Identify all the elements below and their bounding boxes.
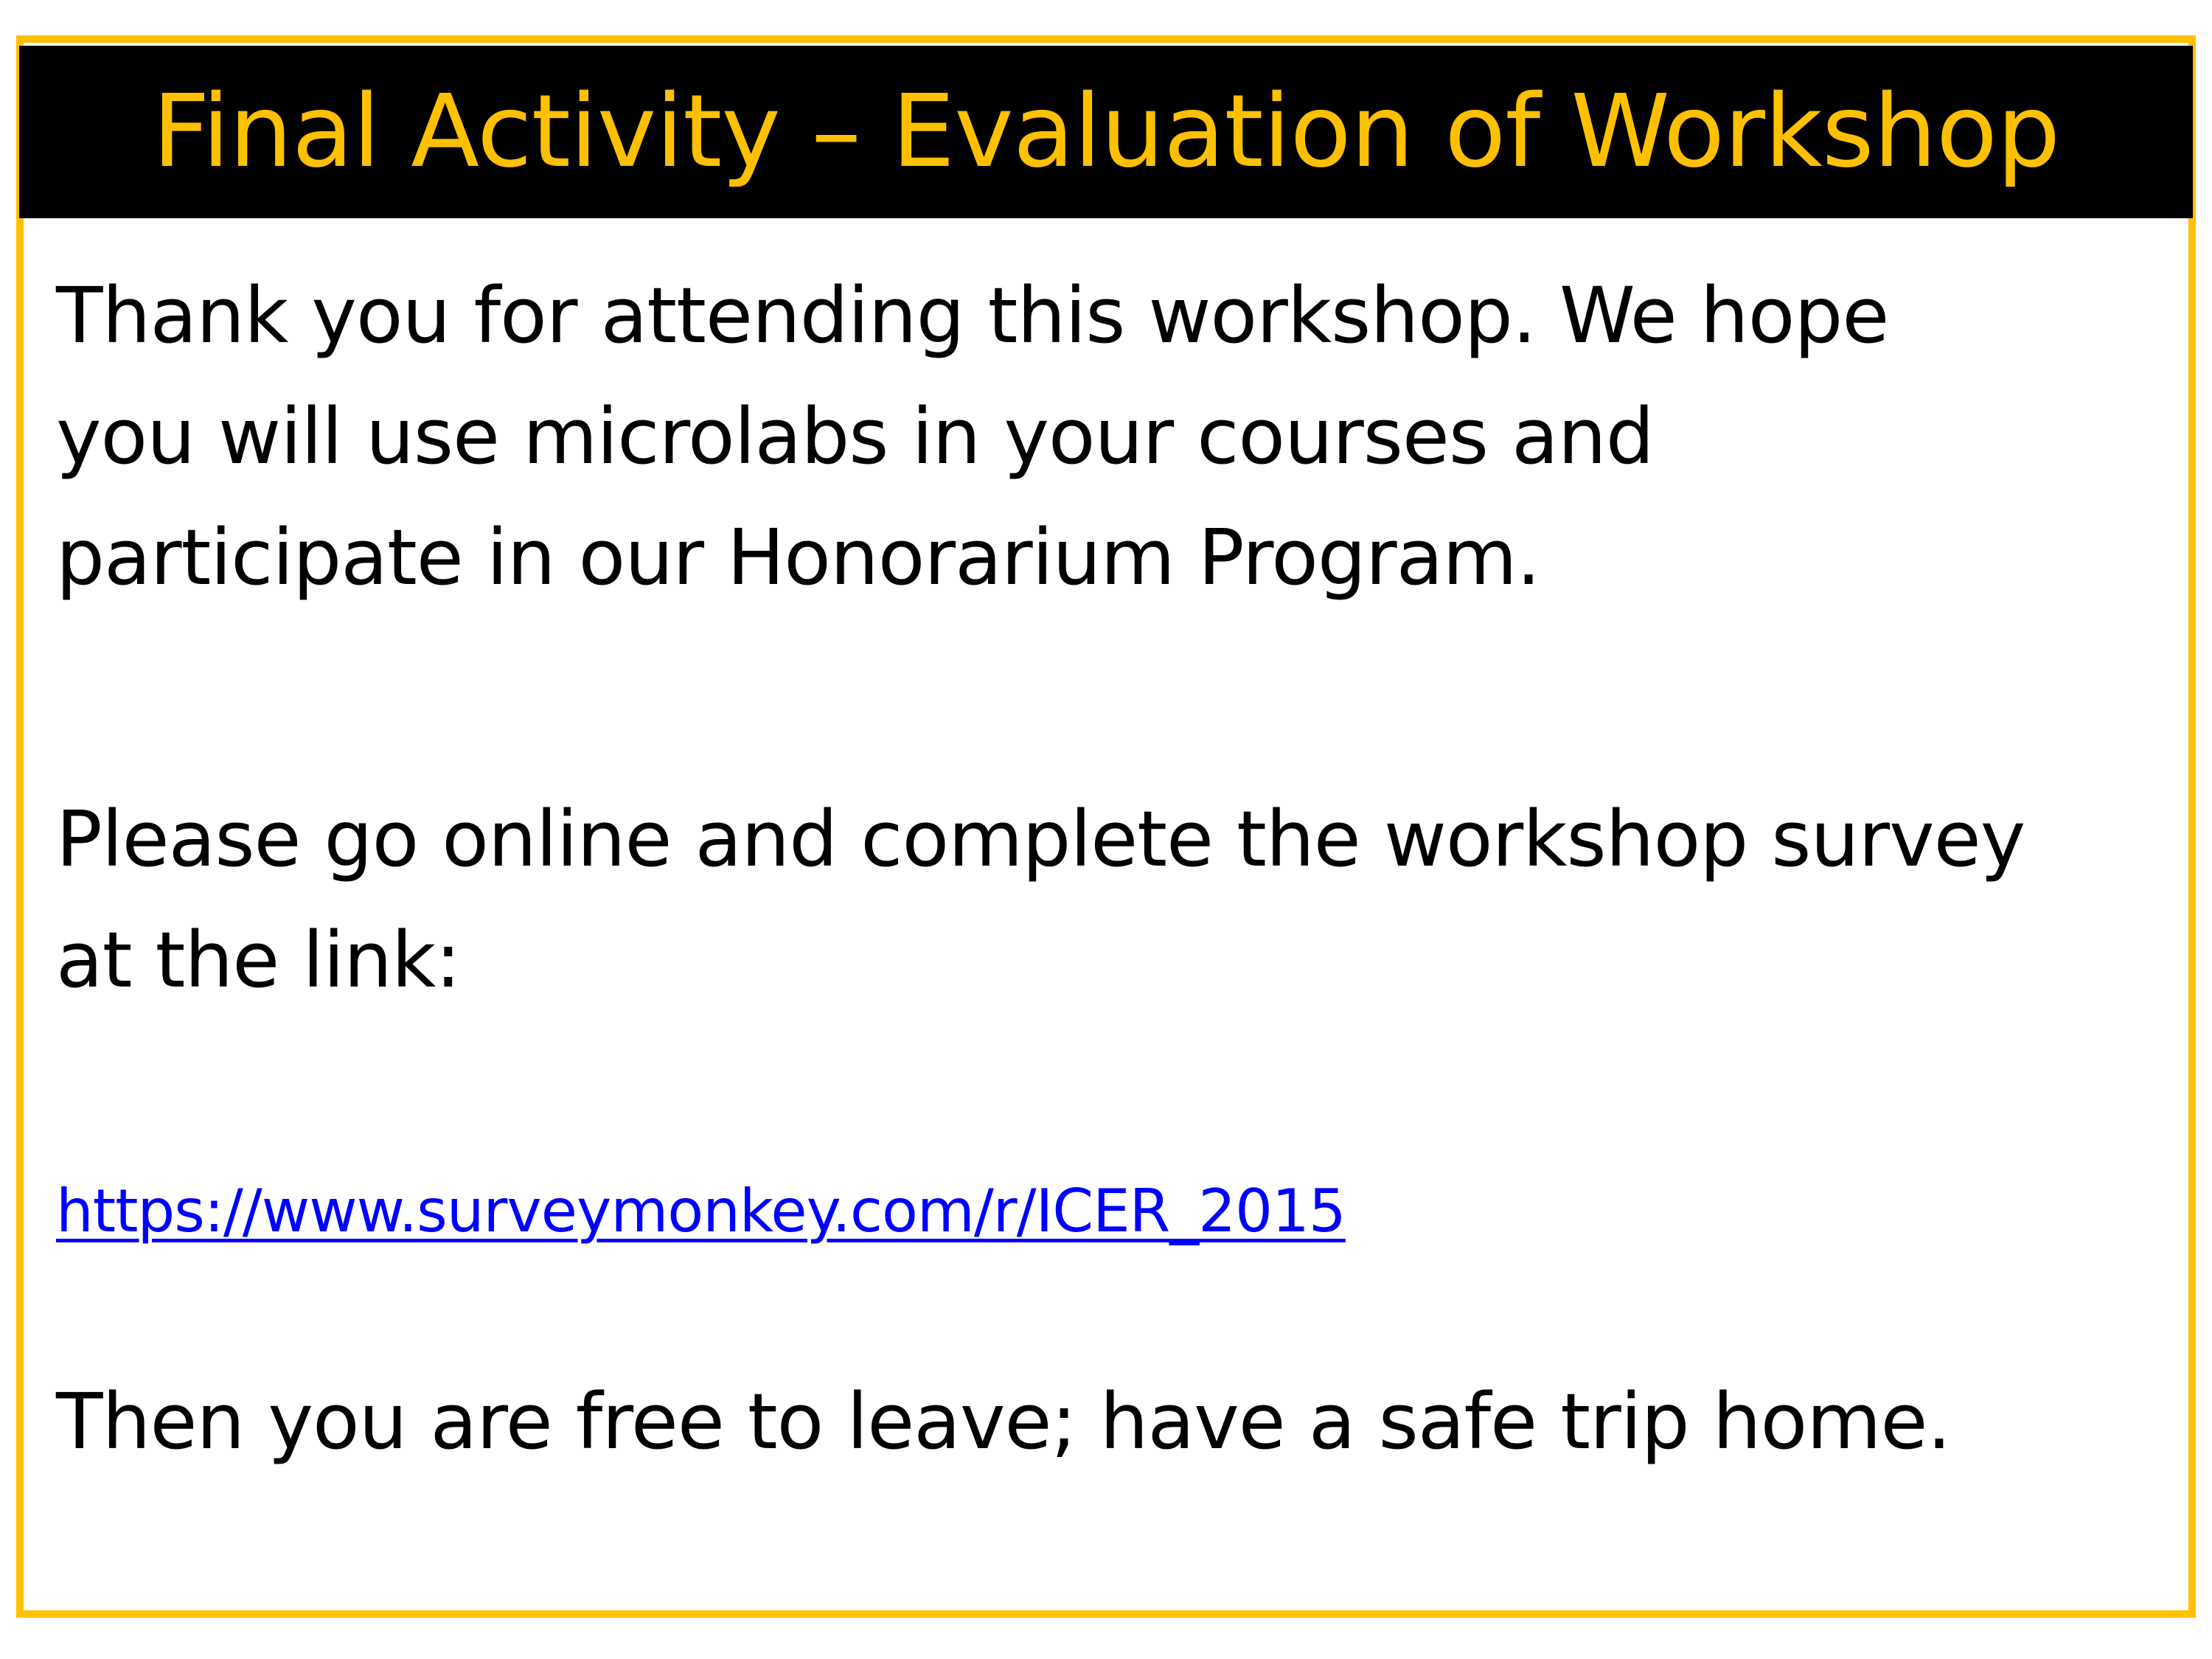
thank-you-line-2: you will use microlabs in your courses a…: [56, 392, 1655, 481]
slide: Final Activity – Evaluation of Workshop …: [0, 0, 2212, 1659]
survey-instruction-line-1: Please go online and complete the worksh…: [56, 794, 2025, 884]
farewell-paragraph: Then you are free to leave; have a safe …: [56, 1361, 1952, 1482]
thank-you-line-3: participate in our Honorarium Program.: [56, 512, 1541, 602]
thank-you-line-1: Thank you for attending this workshop. W…: [56, 271, 1889, 361]
survey-link-paragraph: https://www.surveymonkey.com/r/ICER_2015: [56, 1144, 1346, 1265]
survey-instruction-paragraph: Please go online and complete the worksh…: [56, 779, 2025, 1020]
farewell-line: Then you are free to leave; have a safe …: [56, 1377, 1952, 1467]
survey-instruction-line-2: at the link:: [56, 915, 461, 1005]
title-bar: Final Activity – Evaluation of Workshop: [19, 46, 2193, 218]
survey-link[interactable]: https://www.surveymonkey.com/r/ICER_2015: [56, 1177, 1346, 1245]
thank-you-paragraph: Thank you for attending this workshop. W…: [56, 255, 1889, 618]
slide-title: Final Activity – Evaluation of Workshop: [152, 74, 2061, 190]
